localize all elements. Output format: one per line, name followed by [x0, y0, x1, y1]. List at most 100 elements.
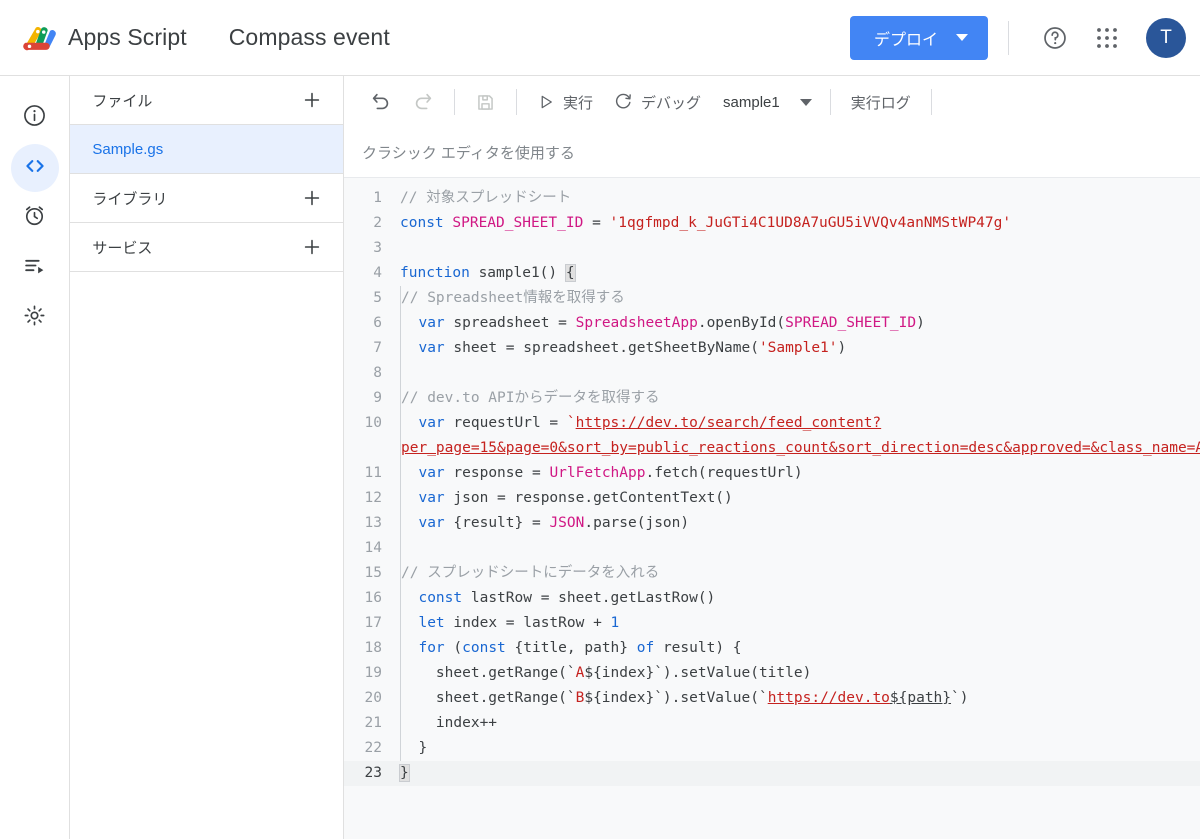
add-service-button[interactable]	[297, 232, 327, 262]
app-header: Apps Script Compass event デプロイ T	[0, 0, 1200, 76]
token-url[interactable]: https://dev.to	[768, 690, 890, 706]
token-class: UrlFetchApp	[549, 465, 646, 481]
code-line[interactable]: 16 const lastRow = sheet.getLastRow()	[344, 586, 1200, 611]
classic-editor-link[interactable]: クラシック エディタを使用する	[362, 142, 575, 163]
line-number: 2	[373, 215, 382, 231]
code-line[interactable]: 18 for (const {title, path} of result) {	[344, 636, 1200, 661]
indent-guide	[400, 486, 401, 511]
code-line[interactable]: 8	[344, 361, 1200, 386]
token-keyword: const	[400, 215, 444, 231]
line-number: 5	[373, 290, 382, 306]
token-keyword: var	[418, 465, 445, 481]
code-line[interactable]: 2 const SPREAD_SHEET_ID = '1qgfmpd_k_JuG…	[344, 211, 1200, 236]
code-line[interactable]: 12 var json = response.getContentText()	[344, 486, 1200, 511]
app-name: Apps Script	[68, 24, 187, 50]
line-number: 23	[364, 765, 382, 781]
code-line[interactable]: 19 sheet.getRange(`A${index}`).setValue(…	[344, 661, 1200, 686]
token-const-name: SPREAD_SHEET_ID	[443, 215, 593, 231]
file-item-sample-gs[interactable]: Sample.gs	[70, 125, 343, 174]
code-line[interactable]: 14	[344, 536, 1200, 561]
brand[interactable]: Apps Script	[0, 19, 187, 57]
undo-arrow-icon	[370, 91, 392, 113]
code-line[interactable]: 9 // dev.to APIからデータを取得する	[344, 386, 1200, 411]
save-button[interactable]	[465, 82, 506, 122]
indent-guide	[400, 286, 401, 311]
token-keyword: var	[418, 315, 445, 331]
indent-guide	[400, 361, 401, 386]
code-content: // Spreadsheet情報を取得する	[400, 286, 625, 311]
debug-button[interactable]: デバッグ	[603, 82, 711, 122]
line-number: 8	[373, 365, 382, 381]
token-keyword: var	[418, 515, 445, 531]
code-line[interactable]: 13 var {result} = JSON.parse(json)	[344, 511, 1200, 536]
indent-guide	[400, 536, 401, 561]
code-line[interactable]: 7 var sheet = spreadsheet.getSheetByName…	[344, 336, 1200, 361]
code-line[interactable]: 10 var requestUrl = `https://dev.to/sear…	[344, 411, 1200, 461]
code-line-active[interactable]: 23 }	[344, 761, 1200, 786]
help-circle-icon[interactable]	[1038, 21, 1072, 55]
token-operator: =	[592, 215, 610, 231]
sidebar-item-overview[interactable]	[11, 94, 59, 142]
code-line[interactable]: 6 var spreadsheet = SpreadsheetApp.openB…	[344, 311, 1200, 336]
toolbar-divider-4	[930, 89, 932, 115]
code-editor[interactable]: 1 // 対象スプレッドシート 2 const SPREAD_SHEET_ID …	[344, 178, 1200, 839]
function-name: sample1	[723, 93, 780, 111]
code-line[interactable]: 1 // 対象スプレッドシート	[344, 186, 1200, 211]
token-keyword: function	[400, 265, 470, 281]
token-string: '1qgfmpd_k_JuGTi4C1UD8A7uGU5iVVQv4anNMSt…	[609, 215, 1012, 231]
code-line[interactable]: 5 // Spreadsheet情報を取得する	[344, 286, 1200, 311]
classic-editor-bar: クラシック エディタを使用する	[344, 128, 1200, 178]
apps-grid-icon[interactable]	[1090, 21, 1124, 55]
app-body: ファイル Sample.gs ライブラリ サービス 実行 デバッグ sample…	[0, 76, 1200, 839]
header-actions: デプロイ T	[849, 15, 1200, 60]
code-content	[400, 361, 401, 386]
code-line[interactable]: 11 var response = UrlFetchApp.fetch(requ…	[344, 461, 1200, 486]
token-text: requestUrl =	[444, 415, 567, 431]
code-line[interactable]: 3	[344, 236, 1200, 261]
sidebar-item-triggers[interactable]	[11, 194, 59, 242]
code-content: }	[399, 761, 410, 786]
token-keyword: const	[462, 640, 506, 656]
indent-guide	[400, 686, 401, 711]
add-library-button[interactable]	[297, 183, 327, 213]
executions-play-icon	[22, 253, 47, 283]
code-line[interactable]: 4 function sample1() {	[344, 261, 1200, 286]
undo-button[interactable]	[360, 82, 402, 122]
redo-button[interactable]	[402, 82, 444, 122]
toolbar-divider-2	[516, 89, 517, 115]
debug-label: デバッグ	[641, 94, 702, 112]
sidebar-item-settings[interactable]	[11, 294, 59, 342]
token-text: response =	[444, 465, 550, 481]
token-brace: }	[418, 740, 428, 756]
line-number: 6	[373, 315, 382, 331]
nav-rail	[0, 76, 71, 839]
section-libraries: ライブラリ	[70, 174, 343, 223]
add-file-button[interactable]	[297, 85, 327, 115]
run-button[interactable]: 実行	[527, 82, 603, 122]
deploy-button[interactable]: デプロイ	[849, 15, 988, 60]
code-line[interactable]: 22 }	[344, 736, 1200, 761]
code-line[interactable]: 15 // スプレッドシートにデータを入れる	[344, 561, 1200, 586]
code-line[interactable]: 21 index++	[344, 711, 1200, 736]
token-keyword: let	[418, 615, 445, 631]
code-content: }	[400, 736, 427, 761]
sidebar-item-executions[interactable]	[11, 244, 59, 292]
code-line[interactable]: 17 let index = lastRow + 1	[344, 611, 1200, 636]
indent-guide	[400, 711, 401, 736]
editor-region: 実行 デバッグ sample1 実行ログ クラシック エディタを使用する 1 /…	[344, 76, 1200, 839]
token-text: index++	[435, 715, 498, 731]
function-selector[interactable]: sample1	[711, 94, 820, 111]
execution-log-button[interactable]: 実行ログ	[841, 82, 921, 122]
line-number: 11	[364, 465, 382, 481]
indent-guide	[400, 311, 401, 336]
line-number: 12	[364, 490, 382, 506]
code-content: // スプレッドシートにデータを入れる	[400, 561, 659, 586]
sidebar-item-editor[interactable]	[10, 144, 59, 192]
avatar[interactable]: T	[1146, 17, 1186, 58]
section-files: ファイル	[70, 76, 343, 125]
code-line[interactable]: 20 sheet.getRange(`B${index}`).setValue(…	[344, 686, 1200, 711]
line-number: 21	[364, 715, 382, 731]
token-keyword: var	[418, 340, 445, 356]
token-function-name: sample1()	[469, 265, 566, 281]
code-content: var sheet = spreadsheet.getSheetByName('…	[400, 336, 846, 361]
